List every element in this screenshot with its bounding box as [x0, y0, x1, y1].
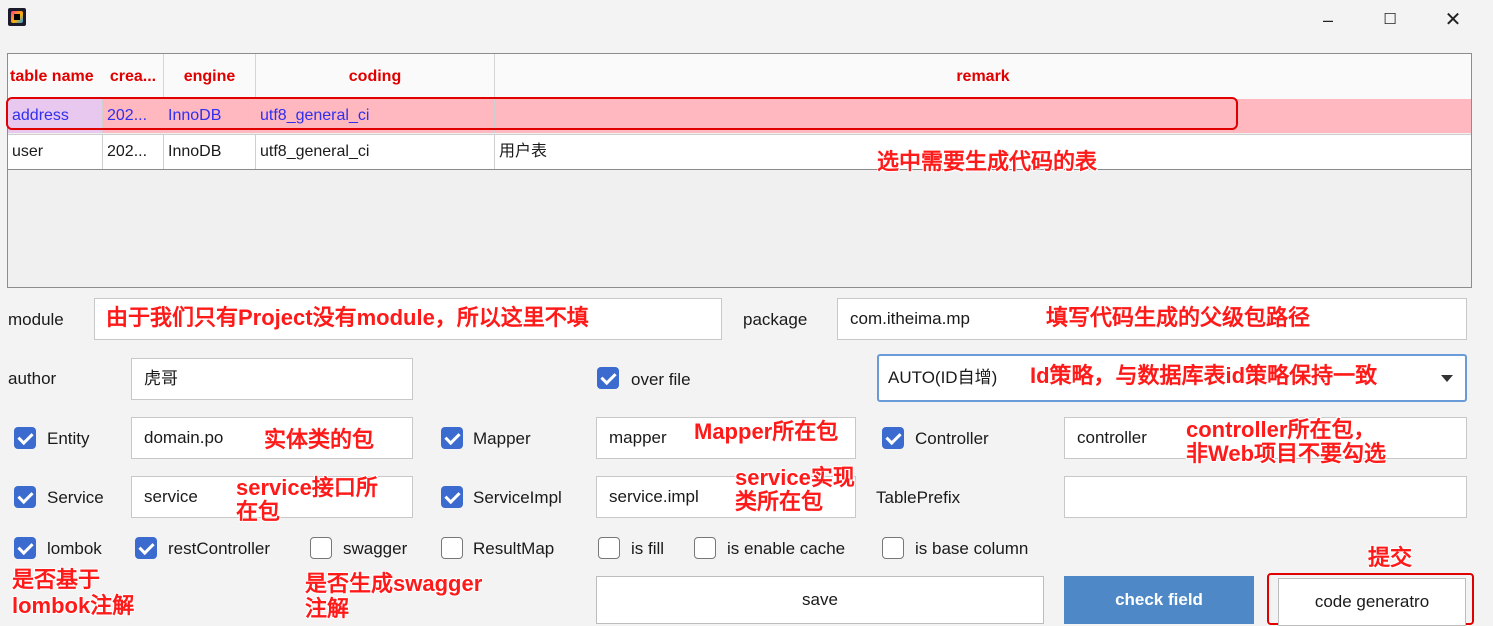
service-checkbox[interactable]	[14, 486, 36, 508]
app-icon	[8, 8, 26, 26]
is-base-column-checkbox[interactable]	[882, 537, 904, 559]
entity-label: Entity	[47, 429, 90, 448]
table-cell: user	[8, 135, 103, 169]
rest-controller-checkbox[interactable]	[135, 537, 157, 559]
annotation-controller-2: 非Web项目不要勾选	[1186, 441, 1387, 466]
annotation-package: 填写代码生成的父级包路径	[1046, 305, 1311, 330]
close-button[interactable]: ✕	[1430, 6, 1476, 34]
over-file-checkbox[interactable]	[597, 367, 619, 389]
annotation-module: 由于我们只有Project没有module，所以这里不填	[106, 305, 589, 330]
mapper-checkbox[interactable]	[441, 427, 463, 449]
annotation-service-1: service接口所	[236, 475, 378, 500]
column-header-table-name[interactable]: table name	[8, 54, 105, 99]
annotation-select-table: 选中需要生成代码的表	[877, 149, 1098, 174]
serviceimpl-checkbox[interactable]	[441, 486, 463, 508]
annotation-swagger-1: 是否生成swagger	[305, 571, 483, 596]
id-type-value: AUTO(ID自增)	[888, 368, 998, 387]
controller-checkbox[interactable]	[882, 427, 904, 449]
check-field-button[interactable]: check field	[1064, 576, 1254, 624]
annotation-serviceimpl-1: service实现	[735, 465, 855, 490]
swagger-label: swagger	[343, 539, 408, 558]
table-cell: utf8_general_ci	[256, 135, 495, 169]
table-cell: 202...	[103, 135, 164, 169]
table-list: table name crea... engine coding remark …	[7, 53, 1472, 288]
annotation-controller-1: controller所在包，	[1186, 417, 1376, 442]
annotation-lombok-1: 是否基于	[12, 567, 101, 592]
lombok-checkbox[interactable]	[14, 537, 36, 559]
table-cell: InnoDB	[164, 135, 256, 169]
author-input[interactable]: 虎哥	[131, 358, 413, 400]
resultmap-checkbox[interactable]	[441, 537, 463, 559]
column-header-coding[interactable]: coding	[256, 54, 495, 99]
author-label: author	[8, 369, 57, 388]
annotation-mapper: Mapper所在包	[694, 419, 839, 444]
module-label: module	[8, 310, 64, 329]
is-enable-cache-label: is enable cache	[727, 539, 846, 558]
column-header-create-time[interactable]: crea...	[103, 54, 164, 99]
tableprefix-label: TablePrefix	[876, 488, 961, 507]
rest-controller-label: restController	[168, 539, 271, 558]
annotation-swagger-2: 注解	[305, 596, 350, 621]
selected-row-highlight	[6, 97, 1238, 130]
mapper-label: Mapper	[473, 429, 531, 448]
maximize-button[interactable]: ☐	[1367, 6, 1413, 34]
annotation-submit: 提交	[1368, 545, 1413, 570]
annotation-id-strategy: Id策略，与数据库表id策略保持一致	[1030, 363, 1378, 388]
resultmap-label: ResultMap	[473, 539, 555, 558]
save-button[interactable]: save	[596, 576, 1044, 624]
is-fill-label: is fill	[631, 539, 665, 558]
annotation-service-2: 在包	[236, 499, 281, 524]
swagger-checkbox[interactable]	[310, 537, 332, 559]
lombok-label: lombok	[47, 539, 102, 558]
code-generate-button[interactable]: code generatro	[1278, 578, 1466, 626]
entity-checkbox[interactable]	[14, 427, 36, 449]
serviceimpl-label: ServiceImpl	[473, 488, 562, 507]
is-fill-checkbox[interactable]	[598, 537, 620, 559]
tableprefix-input[interactable]	[1064, 476, 1467, 518]
annotation-serviceimpl-2: 类所在包	[735, 489, 824, 514]
column-header-engine[interactable]: engine	[164, 54, 256, 99]
column-header-remark[interactable]: remark	[495, 54, 1471, 99]
is-enable-cache-checkbox[interactable]	[694, 537, 716, 559]
service-label: Service	[47, 488, 104, 507]
minimize-button[interactable]: –	[1305, 6, 1351, 34]
annotation-entity: 实体类的包	[264, 427, 375, 452]
table-row[interactable]: user 202... InnoDB utf8_general_ci 用户表	[8, 134, 1471, 170]
is-base-column-label: is base column	[915, 539, 1029, 558]
annotation-lombok-2: lombok注解	[12, 593, 135, 618]
chevron-down-icon	[1441, 375, 1453, 382]
controller-label: Controller	[915, 429, 989, 448]
over-file-label: over file	[631, 370, 691, 389]
package-label: package	[743, 310, 808, 329]
